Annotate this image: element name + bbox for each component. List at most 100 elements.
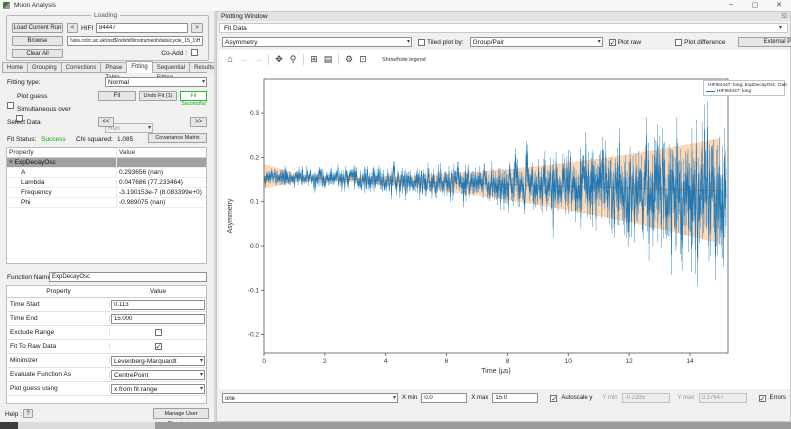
- tiled-plot-control: Tiled plot by:: [418, 39, 464, 46]
- y-max-label: Y max: [678, 395, 695, 401]
- fit-successful-badge: Fit Successful: [180, 91, 207, 101]
- muon-analysis-panel: Loading Load Current Run < HIFI > Browse…: [0, 11, 214, 422]
- forward-icon[interactable]: →: [252, 53, 264, 66]
- param-row[interactable]: A0.293656 (nan): [7, 168, 206, 178]
- dataset-next-button[interactable]: >>: [190, 117, 207, 127]
- chi-squared-value: 1.085: [117, 136, 133, 143]
- undo-fit-button[interactable]: Undo Fit (1): [139, 91, 177, 101]
- plot-bottom-controls: one X min X max Autoscale y Y min Y max …: [219, 391, 788, 405]
- param-row[interactable]: Phi-0.989075 (nan): [7, 198, 206, 208]
- plotting-window-panel: Plotting Window ◱ Fit Data ▾ Asymmetry T…: [216, 11, 791, 422]
- covariance-matrix-button[interactable]: Covariance Matrix: [148, 133, 207, 143]
- run-number-input[interactable]: [96, 23, 188, 33]
- co-add-checkbox[interactable]: [191, 49, 198, 56]
- param-header-value: Value: [117, 148, 137, 157]
- tab-fitting[interactable]: Fitting: [126, 61, 152, 73]
- tiled-by-value: Group/Pair: [473, 39, 504, 46]
- errors-label: Errors: [770, 395, 786, 401]
- settings-icon[interactable]: ⚙: [343, 53, 355, 66]
- plot-type-dropdown[interactable]: Asymmetry: [222, 37, 412, 47]
- collapse-icon[interactable]: ˅: [9, 159, 13, 166]
- settings-header-property: Property: [7, 288, 110, 295]
- time-end-row: Time End: [7, 312, 206, 326]
- manage-user-directories-button[interactable]: Manage User Directories: [153, 408, 209, 419]
- minimizer-value: Levenberg-Marquardt: [114, 358, 177, 365]
- minimizer-row: Minimizer Levenberg-Marquardt: [7, 354, 206, 368]
- fitting-type-dropdown[interactable]: Normal: [105, 77, 207, 87]
- function-name-field[interactable]: ExpDecayOsc: [49, 272, 207, 282]
- workspace-selection-value: one: [225, 396, 235, 402]
- fit-data-label: Fit Data: [224, 25, 247, 32]
- function-group-row[interactable]: ˅ ExpDecayOsc: [7, 158, 206, 168]
- x-min-input[interactable]: [421, 393, 467, 403]
- fit-button[interactable]: Fit: [98, 91, 136, 101]
- fit-to-raw-checkbox[interactable]: [155, 343, 162, 350]
- settings-header-value: Value: [110, 288, 206, 295]
- help-button[interactable]: ?: [23, 409, 33, 418]
- maximize-button[interactable]: ▢: [747, 1, 763, 9]
- time-end-input[interactable]: [111, 314, 205, 324]
- fit-to-raw-label: Fit To Raw Data: [7, 343, 110, 350]
- toolbar-separator: [338, 54, 339, 65]
- float-panel-icon[interactable]: ◱: [781, 12, 787, 19]
- param-value: 0.293656 (nan): [117, 168, 165, 177]
- param-row[interactable]: Frequency-3.190153e-7 (8.083399e+0): [7, 188, 206, 198]
- plot-difference-checkbox[interactable]: [675, 39, 682, 46]
- fit-settings-table: Property Value Time Start Time End Exclu…: [6, 285, 207, 404]
- chevron-down-icon[interactable]: ▾: [775, 24, 786, 31]
- dataset-prev-button[interactable]: <<: [98, 117, 114, 127]
- clear-all-button[interactable]: Clear All: [12, 49, 63, 58]
- time-start-input[interactable]: [111, 300, 205, 310]
- autoscale-y-checkbox[interactable]: [550, 395, 557, 402]
- plot-legend[interactable]: HIFI84447; long; ExpDecayOsc; Calc HIFI8…: [703, 80, 785, 96]
- loading-legend: Loading: [91, 12, 120, 19]
- exclude-range-row: Exclude Range: [7, 326, 206, 340]
- loading-groupbox: Loading Load Current Run < HIFI > Browse…: [6, 15, 209, 61]
- x-max-label: X max: [471, 395, 488, 401]
- errors-checkbox[interactable]: [759, 395, 766, 402]
- evaluate-label: Evaluate Function As: [7, 371, 110, 378]
- autoscale-y-label: Autoscale y: [561, 395, 592, 401]
- file-path-input[interactable]: [67, 36, 203, 46]
- next-run-button[interactable]: >: [191, 23, 203, 33]
- plot-guess-checkbox[interactable]: [7, 102, 14, 109]
- exclude-range-checkbox[interactable]: [155, 329, 162, 336]
- pan-icon[interactable]: ✥: [273, 53, 285, 66]
- minimize-button[interactable]: –: [723, 1, 739, 8]
- show-hide-legend-button[interactable]: Show/hide legend: [379, 56, 429, 64]
- tiled-by-dropdown[interactable]: Group/Pair: [470, 37, 603, 47]
- plot-raw-checkbox[interactable]: [609, 39, 616, 46]
- prev-run-button[interactable]: <: [67, 23, 78, 33]
- back-icon[interactable]: ←: [238, 53, 250, 66]
- param-row[interactable]: Lambda0.047686 (77.233464): [7, 178, 206, 188]
- load-current-run-button[interactable]: Load Current Run: [12, 23, 63, 33]
- plot-canvas[interactable]: [219, 69, 790, 387]
- fit-data-selector[interactable]: Fit Data ▾: [219, 23, 788, 33]
- x-max-input[interactable]: [492, 393, 538, 403]
- plot-controls-row: Asymmetry Tiled plot by: Group/Pair Plot…: [219, 35, 788, 49]
- plot-guess-using-row: Plot guess using x from fit range: [7, 382, 206, 396]
- plot-guess-using-dropdown[interactable]: x from fit range: [111, 384, 205, 394]
- settings-header: Property Value: [7, 286, 206, 298]
- legend-raw-label: HIFI84447; long: [717, 89, 751, 94]
- home-icon[interactable]: ⌂: [224, 53, 236, 66]
- save-icon[interactable]: ⊡: [357, 53, 369, 66]
- evaluate-dropdown[interactable]: CentrePoint: [111, 370, 205, 380]
- subplots-icon[interactable]: ⊞: [308, 53, 320, 66]
- workspace-selection-dropdown[interactable]: one: [222, 393, 398, 403]
- plotting-window-title: Plotting Window: [221, 13, 268, 20]
- close-button[interactable]: ✕: [771, 1, 787, 9]
- function-group-name: ExpDecayOsc: [15, 159, 56, 166]
- toolbar-separator: [303, 54, 304, 65]
- external-plot-button[interactable]: External Plot: [738, 37, 791, 47]
- zoom-icon[interactable]: ⚲: [287, 53, 299, 66]
- tiled-plot-checkbox[interactable]: [418, 39, 425, 46]
- plot-guess-label: Plot guess: [17, 93, 47, 100]
- minimizer-dropdown[interactable]: Levenberg-Marquardt: [111, 356, 205, 366]
- axes-options-icon[interactable]: ▤: [322, 53, 334, 66]
- plot-guess-using-value: x from fit range: [114, 386, 157, 393]
- param-value: -0.989075 (nan): [117, 198, 167, 207]
- browse-button[interactable]: Browse: [12, 36, 63, 46]
- plot-figure: ⌂←→ ✥⚲ ⊞▤ ⚙⊡ Show/hide legend HIFI84447; lon…: [219, 50, 790, 389]
- param-value: 0.047686 (77.233464): [117, 178, 185, 187]
